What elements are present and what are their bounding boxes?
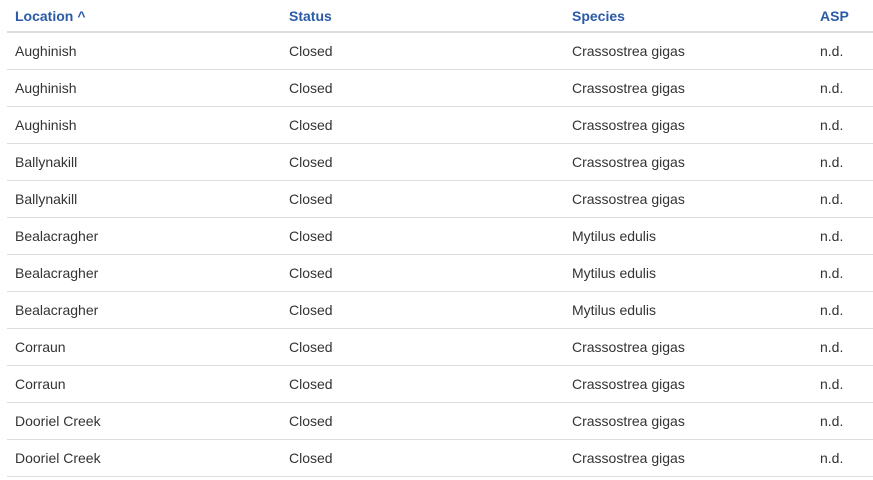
column-header-label: Species — [572, 7, 625, 24]
species-cell: Mytilus edulis — [564, 254, 812, 292]
sort-ascending-indicator: ^ — [77, 7, 86, 24]
asp-cell: n.d. — [812, 180, 873, 218]
species-cell: Crassostrea gigas — [564, 328, 812, 366]
asp-cell: n.d. — [812, 328, 873, 366]
location-cell: Bealacragher — [7, 217, 281, 255]
species-cell: Crassostrea gigas — [564, 439, 812, 477]
asp-cell: n.d. — [812, 291, 873, 329]
table-row: Bealacragher Closed Mytilus edulis n.d. — [7, 254, 873, 292]
table-row: Aughinish Closed Crassostrea gigas n.d. — [7, 32, 873, 70]
location-cell: Corraun — [7, 328, 281, 366]
status-cell: Closed — [281, 402, 564, 440]
table-row: Aughinish Closed Crassostrea gigas n.d. — [7, 106, 873, 144]
table-row: Dooriel Creek Closed Crassostrea gigas n.d. — [7, 402, 873, 440]
species-cell: Crassostrea gigas — [564, 32, 812, 70]
species-cell: Crassostrea gigas — [564, 106, 812, 144]
column-header-status[interactable]: Status — [281, 0, 564, 33]
species-cell: Crassostrea gigas — [564, 365, 812, 403]
column-header-label: ASP — [820, 7, 849, 24]
species-cell: Mytilus edulis — [564, 291, 812, 329]
status-cell: Closed — [281, 143, 564, 181]
column-header-location[interactable]: Location ^ — [7, 0, 281, 33]
column-header-asp[interactable]: ASP — [812, 0, 873, 33]
species-cell: Crassostrea gigas — [564, 69, 812, 107]
status-cell: Closed — [281, 365, 564, 403]
location-cell: Dooriel Creek — [7, 402, 281, 440]
status-cell: Closed — [281, 328, 564, 366]
status-cell: Closed — [281, 254, 564, 292]
table-body: Aughinish Closed Crassostrea gigas n.d. Augh… — [7, 32, 873, 477]
table-row: Corraun Closed Crassostrea gigas n.d. — [7, 328, 873, 366]
table-row: Bealacragher Closed Mytilus edulis n.d. — [7, 217, 873, 255]
results-table: Location ^ Status Species ASP Aughinish Cl… — [7, 0, 873, 477]
asp-cell: n.d. — [812, 217, 873, 255]
table-row: Ballynakill Closed Crassostrea gigas n.d. — [7, 180, 873, 218]
column-header-label: Location — [15, 7, 74, 24]
asp-cell: n.d. — [812, 143, 873, 181]
table-row: Corraun Closed Crassostrea gigas n.d. — [7, 365, 873, 403]
table-row: Ballynakill Closed Crassostrea gigas n.d. — [7, 143, 873, 181]
location-cell: Aughinish — [7, 32, 281, 70]
status-cell: Closed — [281, 217, 564, 255]
header-row: Location ^ Status Species ASP — [7, 0, 873, 33]
status-cell: Closed — [281, 106, 564, 144]
asp-cell: n.d. — [812, 69, 873, 107]
table-row: Aughinish Closed Crassostrea gigas n.d. — [7, 69, 873, 107]
table-row: Dooriel Creek Closed Crassostrea gigas n.d. — [7, 439, 873, 477]
species-cell: Crassostrea gigas — [564, 143, 812, 181]
results-table-container: Location ^ Status Species ASP Aughinish Cl… — [7, 0, 873, 477]
asp-cell: n.d. — [812, 254, 873, 292]
location-cell: Bealacragher — [7, 254, 281, 292]
species-cell: Crassostrea gigas — [564, 180, 812, 218]
asp-cell: n.d. — [812, 32, 873, 70]
column-header-label: Status — [289, 7, 332, 24]
location-cell: Aughinish — [7, 106, 281, 144]
status-cell: Closed — [281, 180, 564, 218]
asp-cell: n.d. — [812, 365, 873, 403]
status-cell: Closed — [281, 69, 564, 107]
status-cell: Closed — [281, 291, 564, 329]
species-cell: Mytilus edulis — [564, 217, 812, 255]
species-cell: Crassostrea gigas — [564, 402, 812, 440]
location-cell: Bealacragher — [7, 291, 281, 329]
location-cell: Corraun — [7, 365, 281, 403]
location-cell: Aughinish — [7, 69, 281, 107]
location-cell: Ballynakill — [7, 143, 281, 181]
asp-cell: n.d. — [812, 106, 873, 144]
location-cell: Dooriel Creek — [7, 439, 281, 477]
asp-cell: n.d. — [812, 402, 873, 440]
asp-cell: n.d. — [812, 439, 873, 477]
table-header: Location ^ Status Species ASP — [7, 0, 873, 33]
status-cell: Closed — [281, 439, 564, 477]
column-header-species[interactable]: Species — [564, 0, 812, 33]
status-cell: Closed — [281, 32, 564, 70]
location-cell: Ballynakill — [7, 180, 281, 218]
table-row: Bealacragher Closed Mytilus edulis n.d. — [7, 291, 873, 329]
